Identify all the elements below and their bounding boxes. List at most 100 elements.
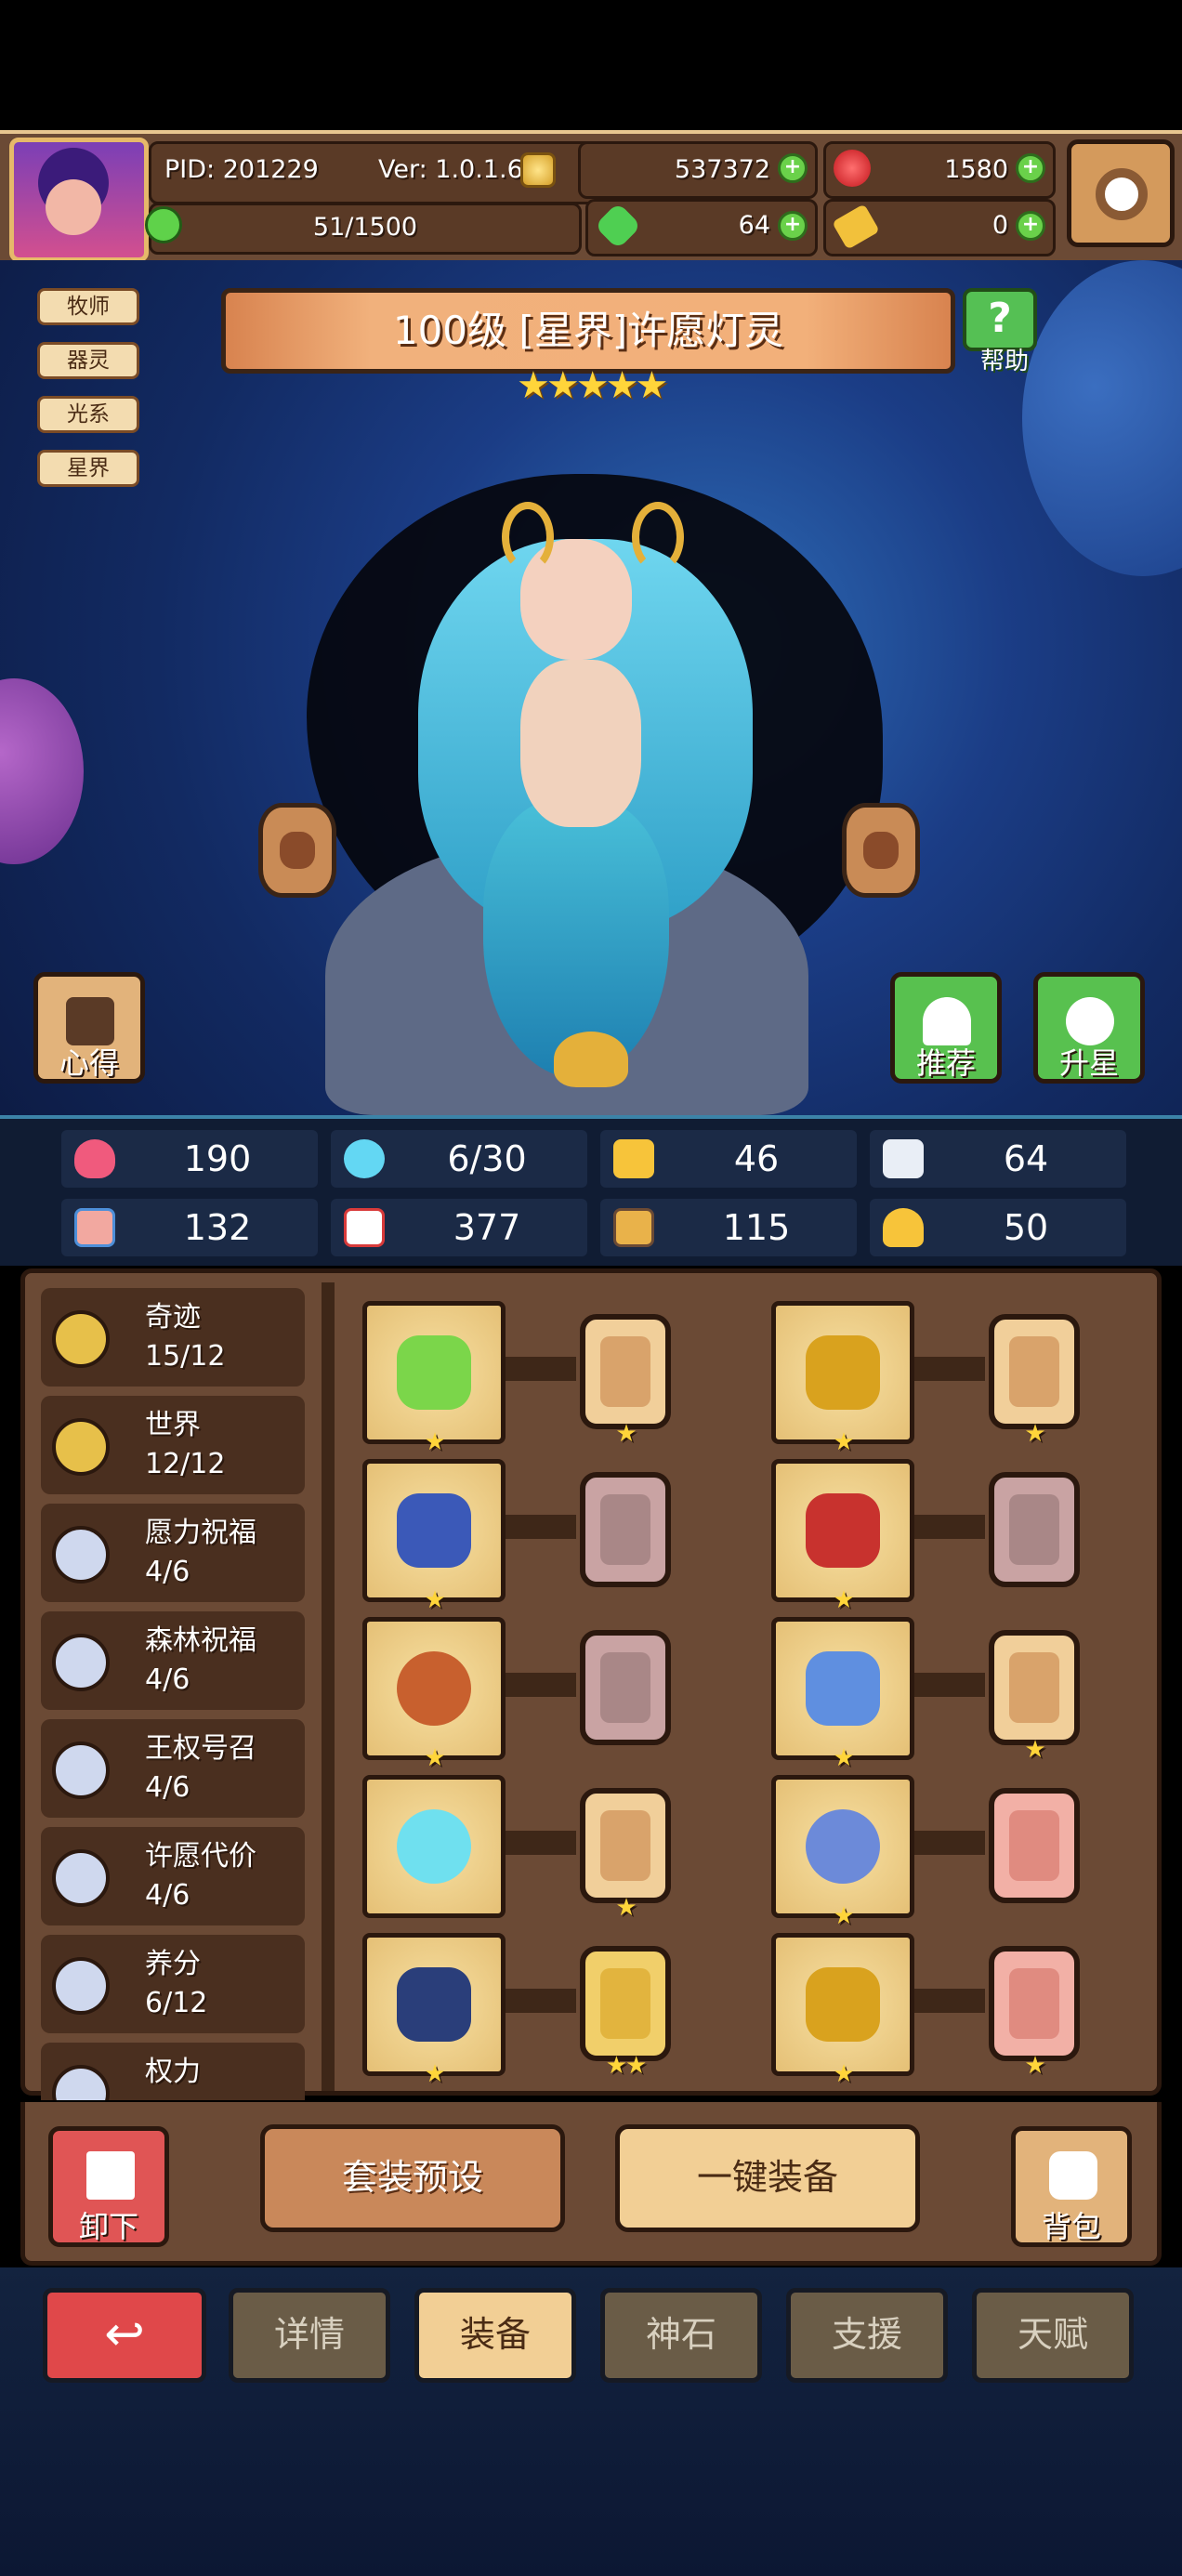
- equip-slot-weapon[interactable]: ★: [362, 1301, 506, 1456]
- help-button[interactable]: ? 帮助: [963, 288, 1046, 377]
- set-name: 养分: [145, 1948, 201, 1980]
- action-panel: [20, 2102, 1162, 2266]
- set-item[interactable]: 愿力祝福 4/6: [41, 1504, 305, 1602]
- unequip-label: 卸下: [78, 2209, 138, 2244]
- backpack-icon: [1049, 2151, 1097, 2200]
- board-divider: [322, 1282, 335, 2091]
- stat-attack: 132: [61, 1199, 318, 1256]
- set-name: 森林祝福: [145, 1624, 256, 1657]
- stat-speed: 64: [870, 1130, 1126, 1188]
- card-stars: ★: [1024, 2052, 1045, 2080]
- character-title: 100级 [星界]许愿灯灵: [221, 288, 955, 374]
- item-stars: ★: [424, 1586, 445, 1614]
- stat-value: 115: [722, 1207, 791, 1248]
- equip-slot-bracelet[interactable]: ★: [362, 1933, 506, 2088]
- set-name: 许愿代价: [145, 1840, 256, 1873]
- equip-slot-necklace[interactable]: ★: [362, 1617, 506, 1772]
- tab-talent[interactable]: 天赋: [972, 2288, 1134, 2383]
- back-button[interactable]: ↩: [43, 2288, 206, 2383]
- purple-planet: [0, 678, 84, 864]
- staff-icon: [397, 1335, 471, 1410]
- equip-slot-cape[interactable]: ★: [771, 1459, 914, 1614]
- rune-icon: [1009, 1336, 1059, 1407]
- character-horn-left: [502, 502, 554, 572]
- arrow-down-icon: [86, 2151, 135, 2200]
- rune-card-slot[interactable]: ★: [989, 1946, 1080, 2080]
- spellbook-icon: [344, 1208, 385, 1247]
- gold-medal-icon: [52, 1418, 110, 1476]
- slot-connector: [911, 1515, 985, 1539]
- star-up-button[interactable]: 升星: [1033, 972, 1145, 1084]
- set-item[interactable]: 王权号召 4/6: [41, 1719, 305, 1818]
- wing-icon: [883, 1139, 924, 1178]
- heart-icon: [74, 1139, 115, 1178]
- set-item[interactable]: 森林祝福 4/6: [41, 1611, 305, 1710]
- set-preset-button[interactable]: 套装预设: [260, 2124, 565, 2232]
- ring-icon: [806, 1809, 880, 1884]
- rune-card-slot[interactable]: [580, 1630, 671, 1745]
- return-arrow-icon: ↩: [104, 2307, 145, 2362]
- clover-amount: 64: [738, 211, 770, 240]
- rune-card-slot[interactable]: ★: [989, 1314, 1080, 1448]
- next-character-button[interactable]: [842, 803, 920, 898]
- add-gold-button[interactable]: +: [778, 153, 808, 183]
- unequip-button[interactable]: 卸下: [48, 2126, 169, 2247]
- item-stars: ★: [833, 1902, 854, 1930]
- recommend-button[interactable]: 推荐: [890, 972, 1002, 1084]
- rune-card-slot[interactable]: ★: [989, 1630, 1080, 1764]
- gold-amount: 537372: [674, 155, 770, 184]
- equip-slot-scroll[interactable]: ★: [771, 1617, 914, 1772]
- equip-slot-ring[interactable]: ★: [771, 1775, 914, 1930]
- gem-box: 1580 +: [823, 141, 1056, 199]
- card-stars: ★: [1024, 1420, 1045, 1448]
- rune-card-slot[interactable]: [989, 1472, 1080, 1587]
- rune-card-slot[interactable]: ★: [580, 1788, 671, 1922]
- set-item[interactable]: 世界 12/12: [41, 1396, 305, 1494]
- auto-equip-button[interactable]: 一键装备: [615, 2124, 920, 2232]
- tab-support[interactable]: 支援: [786, 2288, 948, 2383]
- add-key-button[interactable]: +: [1016, 211, 1045, 241]
- class-tag: 牧师: [37, 288, 139, 325]
- rune-card-slot[interactable]: [989, 1788, 1080, 1903]
- equip-slot-crown[interactable]: ★: [771, 1301, 914, 1456]
- set-item[interactable]: 养分 6/12: [41, 1935, 305, 2033]
- set-item[interactable]: 奇迹 15/12: [41, 1288, 305, 1387]
- equip-slot-orb[interactable]: [362, 1775, 506, 1918]
- player-avatar[interactable]: [9, 138, 149, 262]
- notes-label: 心得: [59, 1045, 119, 1081]
- gold-coin-icon: [520, 152, 556, 188]
- bag-button[interactable]: 背包: [1011, 2126, 1132, 2247]
- item-stars: ★: [833, 1428, 854, 1456]
- set-item[interactable]: 权力: [41, 2043, 305, 2100]
- silver-medal-icon: [52, 1849, 110, 1907]
- recommend-label: 推荐: [915, 1045, 976, 1081]
- rune-card-slot[interactable]: ★★: [580, 1946, 671, 2080]
- crystal-orb-icon: [397, 1809, 471, 1884]
- tab-details[interactable]: 详情: [229, 2288, 390, 2383]
- stat-value: 6/30: [447, 1138, 527, 1179]
- settings-button[interactable]: [1067, 139, 1175, 247]
- rune-icon: [600, 1968, 650, 2039]
- notes-button[interactable]: 心得: [33, 972, 145, 1084]
- set-item[interactable]: 许愿代价 4/6: [41, 1827, 305, 1925]
- armor-icon: [613, 1208, 654, 1247]
- tab-equipment[interactable]: 装备: [414, 2288, 576, 2383]
- stat-mana: 6/30: [331, 1130, 587, 1188]
- rune-card-slot[interactable]: [580, 1472, 671, 1587]
- prev-character-button[interactable]: [258, 803, 336, 898]
- equip-slot-lamp[interactable]: ★: [362, 1459, 506, 1614]
- stat-value: 64: [1003, 1138, 1049, 1179]
- item-stars: ★: [833, 1586, 854, 1614]
- set-bonus-list[interactable]: 奇迹 15/12 世界 12/12 愿力祝福 4/6 森林祝福 4/6 王权号召…: [33, 1282, 314, 2100]
- add-gem-button[interactable]: +: [1016, 153, 1045, 183]
- equip-slot-boots[interactable]: ★: [771, 1933, 914, 2088]
- add-clover-button[interactable]: +: [778, 211, 808, 241]
- tab-godstone[interactable]: 神石: [600, 2288, 762, 2383]
- rune-card-slot[interactable]: ★: [580, 1314, 671, 1448]
- crown-icon: [806, 1335, 880, 1410]
- item-stars: ★: [424, 2060, 445, 2088]
- rune-icon: [600, 1810, 650, 1881]
- set-count: 12/12: [145, 1448, 226, 1480]
- character-horn-right: [632, 502, 684, 572]
- magic-lamp-icon: [397, 1493, 471, 1568]
